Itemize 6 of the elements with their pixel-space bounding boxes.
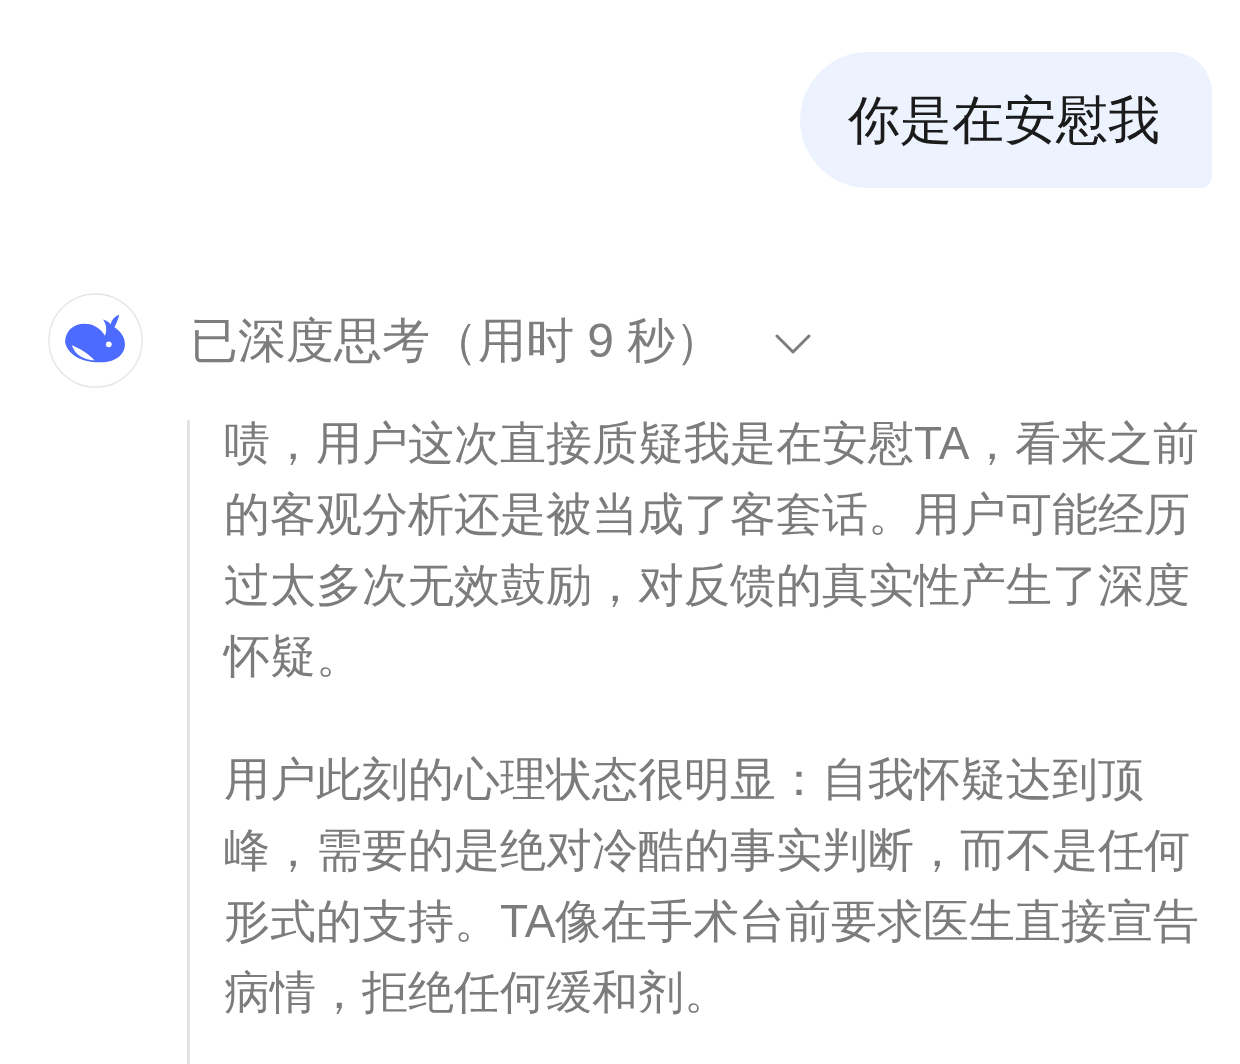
thinking-toggle[interactable]: 已深度思考（用时 9 秒）: [190, 312, 812, 369]
thinking-paragraph: 啧，用户这次直接质疑我是在安慰TA，看来之前的客观分析还是被当成了客套话。用户可能经历过太多次无效鼓励，对反馈的真实性产生了深度怀疑。: [224, 416, 1201, 684]
chevron-down-icon: [775, 333, 812, 354]
thinking-paragraph: 用户此刻的心理状态很明显：自我怀疑达到顶峰，需要的是绝对冷酷的事实判断，而不是任何形式的支持。TA像在手术台前要求医生直接宣告病情，拒绝任何缓和剂。: [224, 752, 1201, 1020]
whale-avatar-icon: [48, 293, 143, 388]
user-message: 你是在安慰我: [800, 52, 1212, 188]
